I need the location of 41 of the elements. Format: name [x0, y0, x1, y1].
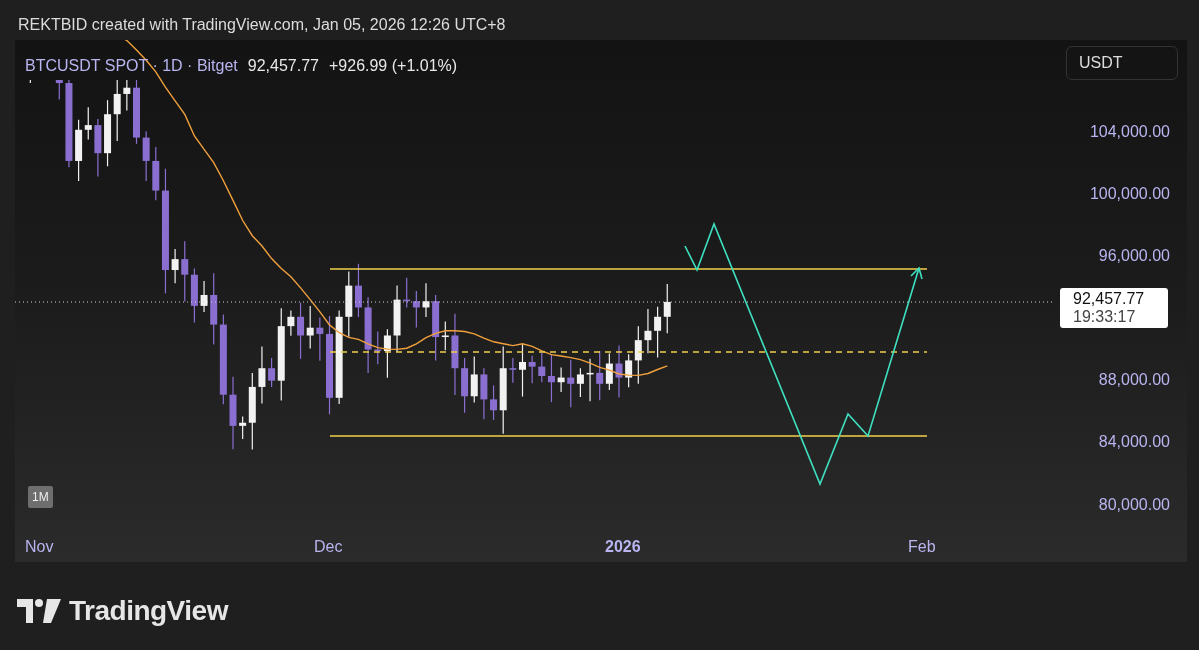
- candlestick: [644, 308, 652, 354]
- candlestick: [123, 79, 131, 112]
- price-value: 92,457.77: [247, 56, 319, 76]
- candlestick: [133, 79, 140, 145]
- price-axis-label: 100,000.00: [1089, 184, 1170, 204]
- last-price-value: 92,457.77: [1073, 290, 1146, 308]
- candlestick: [586, 358, 594, 402]
- candlestick: [519, 343, 526, 398]
- candlestick: [200, 280, 208, 313]
- candlestick: [29, 79, 31, 84]
- candlestick: [316, 316, 324, 362]
- price-change: +926.99 (+1.01%): [329, 56, 458, 76]
- candlestick: [142, 130, 150, 182]
- symbol-label: BTCUSDT SPOT · 1D · Bitget: [25, 56, 238, 76]
- time-axis-label: Feb: [908, 537, 936, 557]
- attribution-text: REKTBID created with TradingView.com, Jan 05, 2026 12:26 UTC+8: [17, 15, 507, 35]
- logo-icon: [17, 599, 61, 623]
- countdown-timer: 19:33:17: [1073, 308, 1137, 326]
- candlestick: [258, 345, 266, 405]
- price-axis-label: 96,000.00: [1098, 246, 1170, 266]
- price-axis-label: 80,000.00: [1098, 495, 1170, 515]
- candlestick: [393, 285, 401, 353]
- candlestick: [557, 366, 565, 393]
- price-axis-label: 104,000.00: [1089, 122, 1170, 142]
- candlestick: [480, 367, 488, 420]
- logo-wordmark: TradingView: [69, 594, 228, 628]
- currency-button[interactable]: USDT: [1066, 46, 1178, 80]
- candlestick: [509, 357, 517, 384]
- candlestick: [94, 118, 102, 178]
- candlestick: [55, 79, 63, 101]
- candlestick: [171, 248, 179, 284]
- candlestick: [422, 282, 430, 318]
- price-axis-label: 88,000.00: [1098, 370, 1170, 390]
- time-axis-label: Nov: [25, 537, 54, 557]
- range-button[interactable]: 1M: [28, 486, 53, 508]
- candlestick: [528, 355, 536, 384]
- candlestick: [615, 345, 623, 399]
- price-axis-label: 84,000.00: [1098, 432, 1170, 452]
- candlestick: [287, 309, 295, 337]
- time-axis-label: Dec: [314, 537, 343, 557]
- time-axis-label: 2026: [605, 537, 641, 557]
